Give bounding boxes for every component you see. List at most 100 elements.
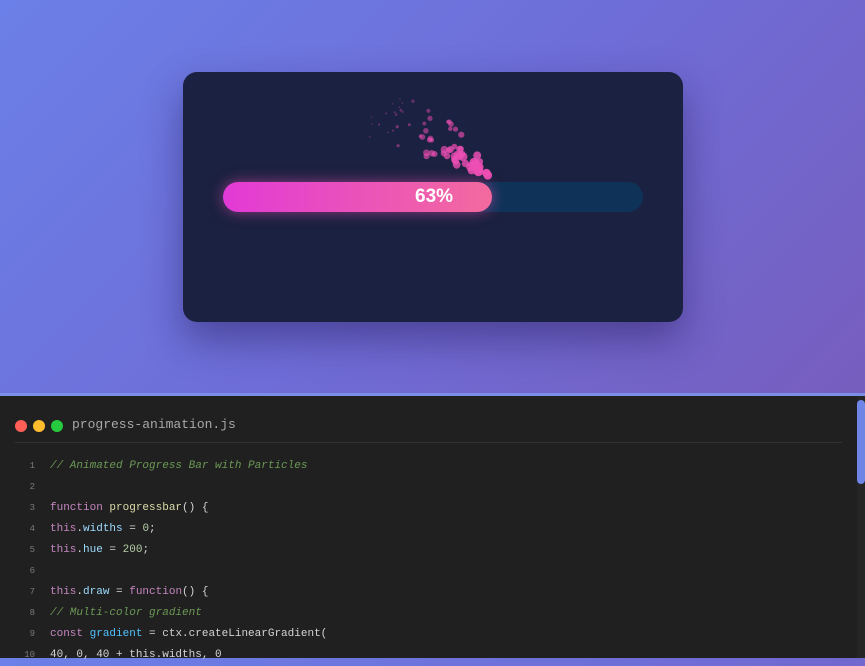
particle <box>446 119 452 125</box>
code-token: // Animated Progress Bar with Particles <box>50 460 308 472</box>
line-text: function progressbar() { <box>50 498 208 519</box>
scroll-thumb[interactable] <box>857 400 865 484</box>
code-token: this <box>50 586 77 598</box>
particle <box>394 113 398 116</box>
particle <box>398 106 401 108</box>
particle <box>396 144 400 148</box>
line-number: 5 <box>29 545 35 555</box>
code-line: 5 this.hue = 200; <box>15 540 845 561</box>
minimize-window-button[interactable] <box>33 420 45 432</box>
code-body[interactable]: 1 // Animated Progress Bar with Particles… <box>15 456 845 666</box>
particle <box>393 111 396 114</box>
code-token: 40, 0, 40 + this.widths, 0 <box>50 649 222 661</box>
line-text: this.widths = 0; <box>50 519 156 540</box>
line-number: 3 <box>29 503 35 513</box>
particle <box>461 159 470 168</box>
line-number: 6 <box>29 566 35 576</box>
particle <box>423 149 430 156</box>
particle <box>385 112 388 115</box>
code-token: draw <box>83 586 110 598</box>
particle <box>447 146 454 153</box>
code-token: // Multi-color gradient <box>50 607 202 619</box>
code-token: gradient <box>89 628 143 640</box>
code-line: 2 <box>15 477 845 498</box>
particle <box>458 131 465 138</box>
preview-stage: 63% <box>0 0 865 395</box>
particle <box>378 123 381 126</box>
progress-percentage: 63% <box>415 186 454 207</box>
particle <box>431 151 438 157</box>
code-token: this <box>50 523 77 535</box>
particle <box>395 125 399 129</box>
particle <box>399 108 403 112</box>
particle <box>392 129 394 132</box>
code-token: = <box>102 544 123 556</box>
code-token: ; <box>142 544 150 556</box>
maximize-window-button[interactable] <box>51 420 63 432</box>
particle <box>418 134 423 138</box>
line-number: 4 <box>29 524 35 534</box>
code-line: 8 // Multi-color gradient <box>15 603 845 624</box>
code-token: () { <box>182 502 209 514</box>
code-token: = ctx.createLinearGradient( <box>142 628 328 640</box>
code-token: widths <box>83 523 123 535</box>
code-token: this <box>50 544 77 556</box>
code-line: 7 this.draw = function() { <box>15 582 845 603</box>
particle <box>370 116 373 118</box>
line-number: 8 <box>29 608 35 618</box>
particle <box>472 163 483 174</box>
progress-track: 63% <box>223 182 643 212</box>
code-token: 200 <box>122 544 143 556</box>
line-text: // Animated Progress Bar with Particles <box>50 456 307 477</box>
code-line: 1 // Animated Progress Bar with Particles <box>15 456 845 477</box>
code-line: 9 const gradient = ctx.createLinearGradie… <box>15 624 845 645</box>
editor-scrollbar[interactable] <box>857 396 865 658</box>
particle <box>407 123 411 127</box>
particle <box>452 160 461 169</box>
particle <box>457 145 464 153</box>
line-number: 10 <box>24 650 35 660</box>
particle <box>452 126 459 132</box>
line-number: 2 <box>29 482 35 492</box>
line-text: 40, 0, 40 + this.widths, 0 <box>50 645 222 666</box>
line-text: this.hue = 200; <box>50 540 149 561</box>
close-window-button[interactable] <box>15 420 27 432</box>
code-editor: progress-animation.js 1 // Animated Progr… <box>0 393 865 661</box>
line-number: 9 <box>29 629 35 639</box>
particle <box>411 99 415 103</box>
particle <box>483 171 493 180</box>
particle <box>423 128 429 134</box>
code-token: ; <box>149 523 156 535</box>
code-token: const <box>50 628 84 640</box>
file-name: progress-animation.js <box>72 417 236 432</box>
code-token: hue <box>83 544 103 556</box>
line-text: const gradient = ctx.createLinearGradien… <box>50 624 327 645</box>
code-token: progressbar <box>109 502 183 514</box>
line-text: this.draw = function() { <box>50 582 208 603</box>
particle <box>429 137 435 143</box>
particle <box>368 135 371 138</box>
line-text: // Multi-color gradient <box>50 603 202 624</box>
line-number: 7 <box>29 587 35 597</box>
code-token: = <box>122 523 143 535</box>
particle <box>448 126 453 131</box>
code-token: () { <box>182 586 209 598</box>
line-number: 1 <box>29 461 35 471</box>
code-line: 3 function progressbar() { <box>15 498 845 519</box>
particle <box>399 98 401 100</box>
code-token: function <box>129 586 183 598</box>
progress-card: 63% <box>183 72 683 322</box>
particle <box>426 108 431 113</box>
particle <box>401 102 404 104</box>
particle <box>427 115 433 121</box>
editor-titlebar: progress-animation.js <box>15 396 842 443</box>
code-line: 10 40, 0, 40 + this.widths, 0 <box>15 645 845 666</box>
particle <box>401 110 404 113</box>
particle <box>422 121 427 126</box>
particle <box>443 152 451 160</box>
code-token: = <box>109 586 130 598</box>
particle <box>391 103 394 105</box>
code-token: function <box>50 502 103 514</box>
code-line: 4 this.widths = 0; <box>15 519 845 540</box>
